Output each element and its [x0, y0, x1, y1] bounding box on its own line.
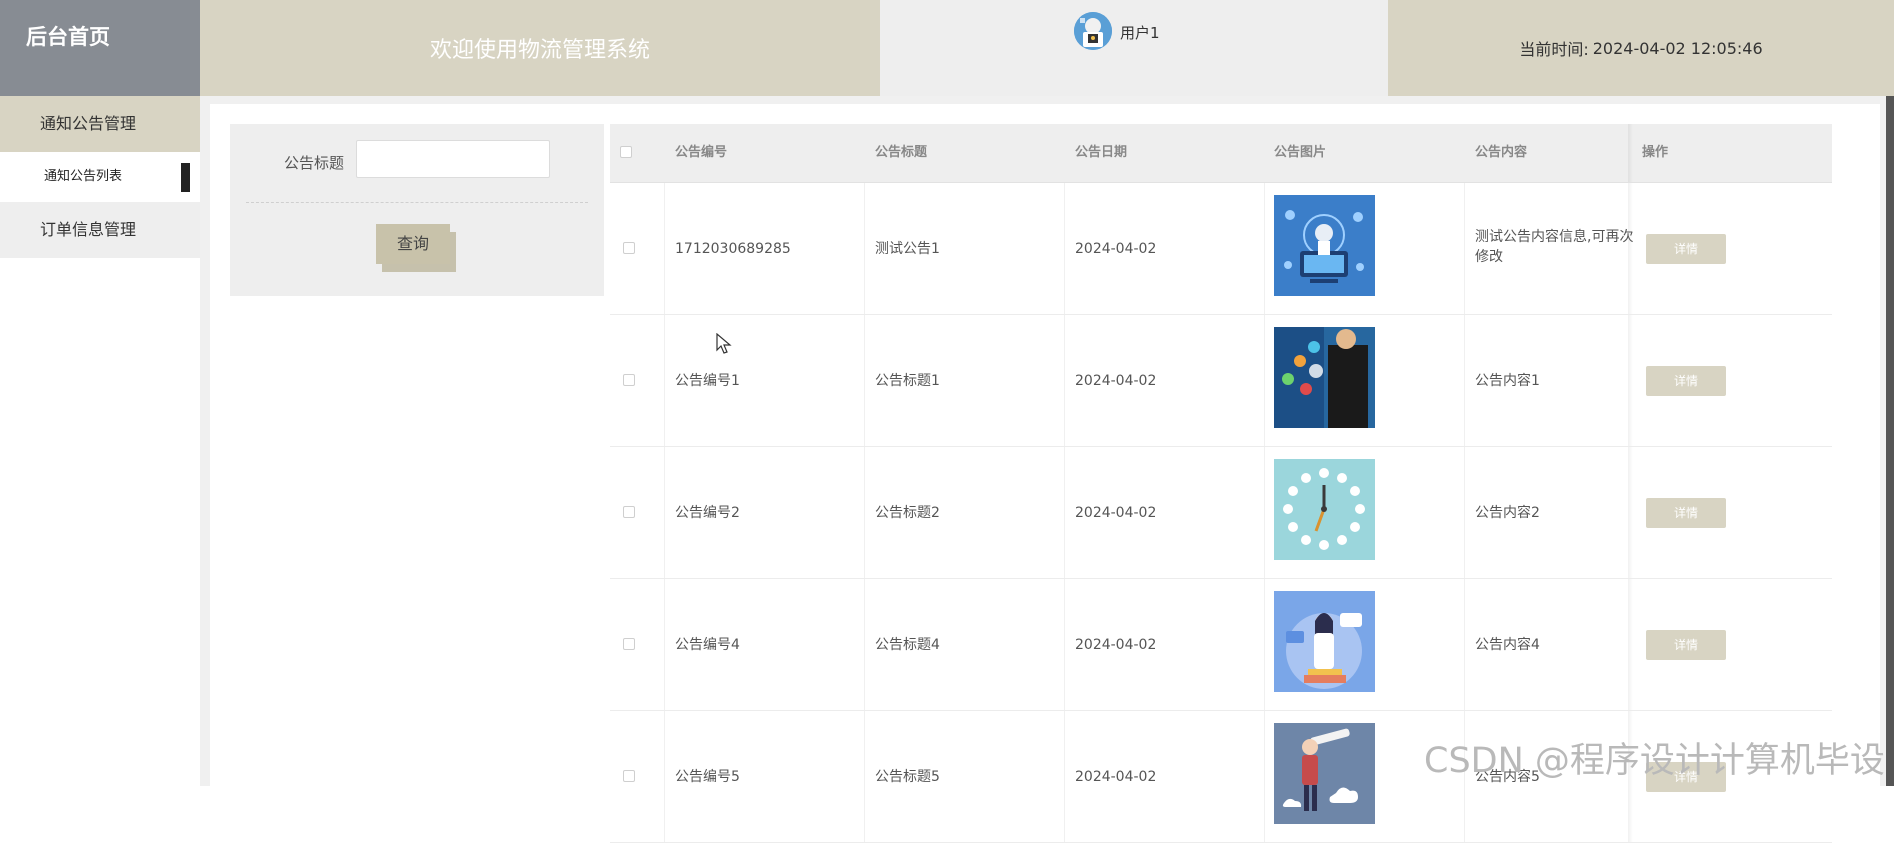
- fixed-column-shadow: [1628, 447, 1633, 578]
- col-notice-image[interactable]: 公告图片: [1274, 124, 1326, 182]
- welcome-banner: 欢迎使用物流管理系统: [200, 0, 880, 96]
- cell-notice-no: 公告编号4: [675, 637, 740, 653]
- cell-notice-title: 公告标题1: [875, 373, 940, 389]
- col-notice-date[interactable]: 公告日期: [1075, 124, 1127, 182]
- cell-notice-date: 2024-04-02: [1075, 373, 1157, 389]
- current-time: 当前时间: 2024-04-02 12:05:46: [1388, 0, 1894, 96]
- cell-notice-date: 2024-04-02: [1075, 505, 1157, 521]
- table-row: 1712030689285 测试公告1 2024-04-02 测试公告内容信息,…: [610, 183, 1832, 315]
- search-panel: 公告标题 查询: [230, 124, 604, 296]
- title-search-input[interactable]: [356, 140, 550, 178]
- cell-notice-no: 公告编号2: [675, 505, 740, 521]
- divider: [246, 202, 588, 203]
- sidebar-group-notice[interactable]: 通知公告管理: [0, 96, 200, 152]
- cell-notice-content: 测试公告内容信息,可再次修改: [1475, 229, 1634, 265]
- user-avatar-icon: [1074, 12, 1112, 50]
- cell-notice-title: 公告标题2: [875, 505, 940, 521]
- tech-robot-icon[interactable]: [1274, 195, 1375, 296]
- business-network-icon[interactable]: [1274, 327, 1375, 428]
- col-notice-no[interactable]: 公告编号: [675, 124, 727, 182]
- cell-notice-date: 2024-04-02: [1075, 241, 1157, 257]
- avatar[interactable]: [1074, 12, 1112, 50]
- top-header: 后台首页 欢迎使用物流管理系统 用户1 当前时间: 2024-04-02 12:…: [0, 0, 1894, 96]
- query-button[interactable]: 查询: [376, 224, 450, 264]
- cell-notice-no: 公告编号1: [675, 373, 740, 389]
- select-all-checkbox[interactable]: [620, 146, 632, 158]
- clock-icon[interactable]: [1274, 459, 1375, 560]
- row-checkbox[interactable]: [623, 506, 635, 518]
- table-row: 公告编号1 公告标题1 2024-04-02 公告内容1 详情: [610, 315, 1832, 447]
- scrollbar-thumb[interactable]: [1886, 96, 1894, 786]
- cell-notice-content: 公告内容1: [1475, 373, 1540, 389]
- username[interactable]: 用户1: [1120, 22, 1160, 43]
- detail-button[interactable]: 详情: [1646, 498, 1726, 528]
- col-notice-content[interactable]: 公告内容: [1475, 124, 1527, 182]
- detail-button[interactable]: 详情: [1646, 366, 1726, 396]
- title-field-label: 公告标题: [284, 154, 345, 172]
- col-actions: 操作: [1642, 145, 1669, 160]
- row-checkbox[interactable]: [623, 374, 635, 386]
- home-link[interactable]: 后台首页: [0, 0, 200, 96]
- cell-notice-title: 测试公告1: [875, 241, 940, 257]
- woman-illustration-icon[interactable]: [1274, 591, 1375, 692]
- mouse-cursor-icon: [716, 333, 732, 354]
- cell-notice-no: 1712030689285: [675, 241, 791, 257]
- fixed-column-shadow: [1628, 579, 1633, 710]
- active-indicator: [181, 163, 190, 192]
- time-value: 2024-04-02 12:05:46: [1592, 38, 1763, 58]
- table-header: 公告编号 公告标题 公告日期 公告图片 公告内容 操作: [610, 124, 1832, 183]
- sidebar-group-orders[interactable]: 订单信息管理: [0, 202, 200, 258]
- sidebar-item-notice-list[interactable]: 通知公告列表: [0, 152, 200, 202]
- time-label: 当前时间:: [1519, 40, 1589, 59]
- detail-button[interactable]: 详情: [1646, 234, 1726, 264]
- sidebar: 通知公告管理 通知公告列表 订单信息管理: [0, 96, 200, 786]
- cell-notice-date: 2024-04-02: [1075, 769, 1157, 785]
- watermark: CSDN @程序设计计算机毕设: [1424, 741, 1885, 781]
- cell-notice-title: 公告标题5: [875, 769, 940, 785]
- row-checkbox[interactable]: [623, 638, 635, 650]
- cell-notice-date: 2024-04-02: [1075, 637, 1157, 653]
- telescope-illustration-icon[interactable]: [1274, 723, 1375, 824]
- row-checkbox[interactable]: [623, 770, 635, 782]
- table-row: 公告编号4 公告标题4 2024-04-02 公告内容4 详情: [610, 579, 1832, 711]
- fixed-column-shadow: [1628, 124, 1633, 182]
- detail-button[interactable]: 详情: [1646, 630, 1726, 660]
- cell-notice-title: 公告标题4: [875, 637, 940, 653]
- table-row: 公告编号2 公告标题2 2024-04-02 公告内容2 详情: [610, 447, 1832, 579]
- cell-notice-no: 公告编号5: [675, 769, 740, 785]
- cell-notice-content: 公告内容2: [1475, 505, 1540, 521]
- sidebar-item-label: 通知公告列表: [44, 169, 123, 184]
- col-notice-title[interactable]: 公告标题: [875, 124, 927, 182]
- fixed-column-shadow: [1628, 315, 1633, 446]
- row-checkbox[interactable]: [623, 242, 635, 254]
- user-box[interactable]: 用户1: [880, 0, 1388, 96]
- cell-notice-content: 公告内容4: [1475, 637, 1540, 653]
